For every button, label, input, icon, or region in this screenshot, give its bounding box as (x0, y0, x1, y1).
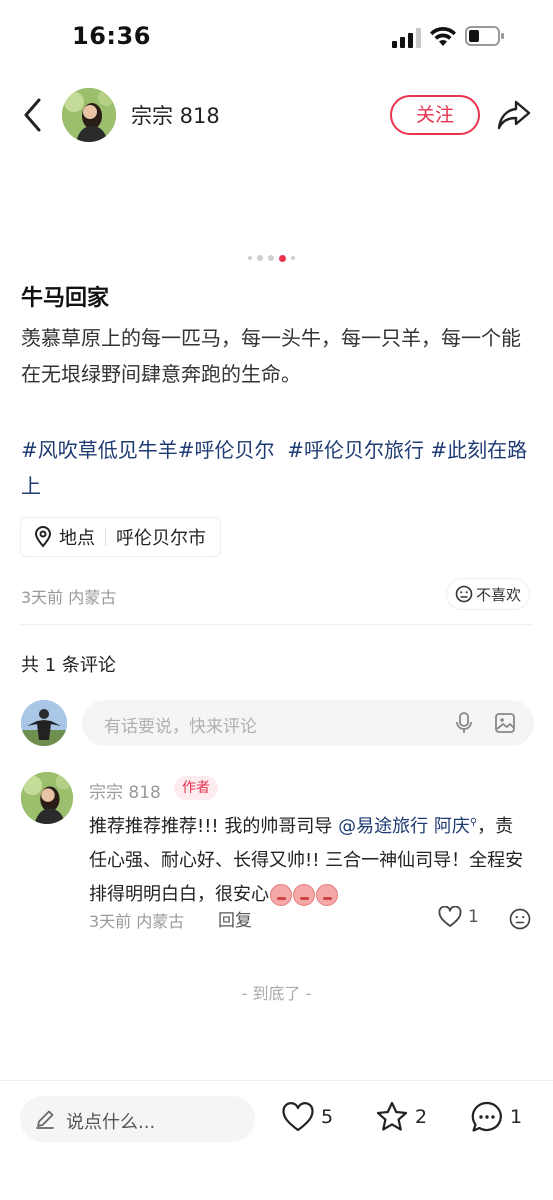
status-time: 16:36 (72, 22, 151, 50)
comment-button[interactable]: 1 (470, 1100, 522, 1134)
wifi-icon (430, 26, 456, 46)
hashtag-link[interactable]: #呼伦贝尔 (178, 438, 275, 462)
carousel-dot (257, 255, 263, 261)
location-label: 地点 (59, 528, 95, 549)
image-picker-icon[interactable] (494, 712, 516, 734)
star-icon (376, 1101, 408, 1131)
dislike-button[interactable]: 不喜欢 (446, 578, 531, 610)
author-badge: 作者 (174, 776, 218, 800)
emoji-icon (293, 884, 315, 906)
section-divider (20, 624, 533, 625)
follow-button[interactable]: 关注 (390, 95, 480, 135)
like-button[interactable]: 5 (281, 1100, 333, 1134)
collect-count: 2 (415, 1106, 428, 1128)
post-tags: #风吹草低见牛羊#呼伦贝尔 #呼伦贝尔旅行 #此刻在路上 (21, 432, 537, 504)
commenter-name[interactable]: 宗宗 818 (89, 778, 161, 803)
comment-like-button[interactable]: 1 (438, 906, 479, 928)
comment-like-count: 1 (468, 907, 479, 927)
heart-icon (438, 906, 462, 927)
commenter-avatar-image (21, 772, 73, 824)
heart-icon (282, 1102, 314, 1132)
say-something-input[interactable]: 说点什么... (20, 1096, 255, 1142)
carousel-dot-active (279, 254, 286, 262)
post-title: 牛马回家 (21, 286, 110, 311)
back-icon[interactable] (20, 96, 46, 134)
microphone-icon[interactable] (454, 711, 474, 735)
status-bar: 16:36 (0, 0, 553, 72)
dislike-label: 不喜欢 (476, 585, 522, 604)
author-avatar[interactable] (62, 88, 116, 142)
comment-dislike-icon[interactable] (509, 908, 531, 930)
comment-count: 共 1 条评论 (21, 655, 116, 676)
comment-bubble-icon (471, 1101, 502, 1132)
image-carousel-indicator (248, 254, 295, 262)
comment-text-before: 推荐推荐推荐!!! 我的帅哥司导 (89, 816, 333, 837)
comment-count-bottom: 1 (510, 1106, 523, 1128)
location-value: 呼伦贝尔市 (116, 528, 206, 549)
sad-face-icon (455, 585, 473, 603)
post-body: 羡慕草原上的每一匹马，每一头牛，每一只羊，每一个能在无垠绿野间肆意奔跑的生命。 (21, 326, 521, 386)
location-chip[interactable]: 地点 呼伦贝尔市 (20, 517, 221, 557)
say-something-placeholder: 说点什么... (66, 1112, 156, 1133)
bottom-bar-divider (0, 1080, 553, 1081)
like-count: 5 (321, 1106, 334, 1128)
reply-button[interactable]: 回复 (218, 906, 252, 931)
carousel-dot (268, 255, 274, 261)
my-avatar-image (21, 700, 67, 746)
author-avatar-image (62, 88, 116, 142)
emoji-icon (316, 884, 338, 906)
carousel-dot (291, 256, 295, 260)
hashtag-link[interactable]: #风吹草低见牛羊 (21, 438, 178, 462)
comment-meta: 3天前 内蒙古 (89, 912, 185, 931)
collect-button[interactable]: 2 (375, 1100, 427, 1134)
post-meta: 3天前 内蒙古 (21, 588, 117, 607)
emoji-icon (270, 884, 292, 906)
comment-input[interactable]: 有话要说，快来评论 (82, 700, 534, 746)
chip-divider (105, 528, 106, 546)
commenter-avatar[interactable] (21, 772, 73, 824)
comment-text: 推荐推荐推荐!!! 我的帅哥司导 @易途旅行 阿庆⚲，责任心强、耐心好、长得又帅… (89, 806, 529, 912)
author-name[interactable]: 宗宗 818 (131, 100, 220, 130)
hashtag-link[interactable]: #呼伦贝尔旅行 (287, 438, 424, 462)
comment-mention-link[interactable]: @易途旅行 阿庆 (338, 816, 470, 837)
comment-input-placeholder: 有话要说，快来评论 (104, 717, 257, 737)
carousel-dot (248, 256, 252, 260)
cellular-signal-icon (392, 28, 421, 48)
note-detail-page: 16:36 宗宗 818 关注 牛马回家 羡慕草原上的每一匹马，每一头牛，每一只… (0, 0, 553, 1200)
my-avatar[interactable] (21, 700, 67, 746)
note-header: 宗宗 818 关注 (0, 72, 553, 162)
location-pin-icon (34, 526, 52, 548)
share-icon[interactable] (496, 98, 532, 132)
battery-icon (465, 26, 504, 46)
end-of-list-marker: - 到底了 - (241, 984, 312, 1003)
pencil-icon (36, 1110, 54, 1129)
